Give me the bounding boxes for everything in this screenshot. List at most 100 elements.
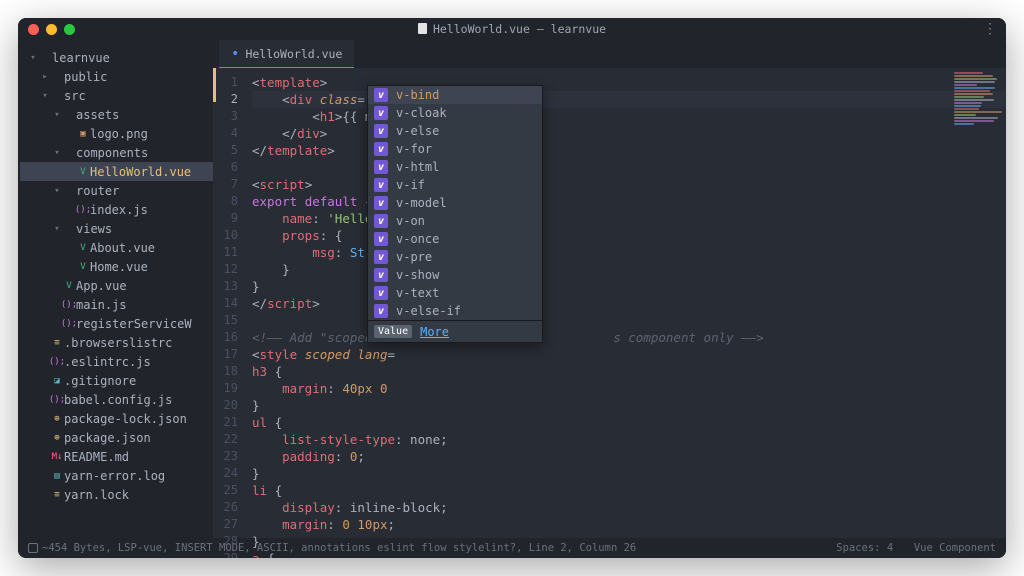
autocomplete-item[interactable]: vv-else-if [368, 302, 542, 320]
tree-node-label: index.js [90, 203, 148, 217]
window-title: HelloWorld.vue — learnvue [18, 22, 1006, 36]
tree-node[interactable]: ();registerServiceW [20, 314, 213, 333]
tree-node[interactable]: ≡.browserslistrc [20, 333, 213, 352]
directive-badge-icon: v [374, 304, 388, 318]
tree-node[interactable]: ▾components [20, 143, 213, 162]
autocomplete-item-label: v-if [396, 178, 425, 192]
autocomplete-item-label: v-text [396, 286, 439, 300]
tree-node[interactable]: ◪.gitignore [20, 371, 213, 390]
file-type-icon: V [76, 262, 90, 272]
tree-node-label: README.md [64, 450, 129, 464]
autocomplete-item[interactable]: v v-for [368, 140, 542, 158]
text-editor[interactable]: 1234567891011121314151617181920212223242… [213, 68, 1006, 538]
tree-node[interactable]: ▾ src [20, 86, 213, 105]
autocomplete-item[interactable]: v v-if [368, 176, 542, 194]
file-type-icon: ▣ [76, 129, 90, 139]
tree-node-label: App.vue [76, 279, 127, 293]
directive-badge-icon: v [374, 142, 388, 156]
tab-bar: • HelloWorld.vue [213, 40, 1006, 68]
directive-badge-icon: v [374, 196, 388, 210]
minimap[interactable] [950, 68, 1006, 128]
tree-node[interactable]: ⊕package.json [20, 428, 213, 447]
autocomplete-item[interactable]: vv-on [368, 212, 542, 230]
file-type-icon: ◪ [50, 376, 64, 386]
tree-node-label: yarn.lock [64, 488, 129, 502]
tree-node[interactable]: M↓README.md [20, 447, 213, 466]
tree-node[interactable]: ▣logo.png [20, 124, 213, 143]
autocomplete-item-label: v-show [396, 268, 439, 282]
autocomplete-popup[interactable]: vv-bindvv-cloakvv-elsevv-forvv-htmlvv-if… [367, 85, 543, 343]
titlebar: HelloWorld.vue — learnvue ⋮ [18, 18, 1006, 40]
autocomplete-item-label: v-model [396, 196, 447, 210]
file-type-icon: V [76, 167, 90, 177]
more-link[interactable]: More [420, 325, 449, 339]
expand-icon: ▾ [52, 110, 62, 120]
tree-node-label: HelloWorld.vue [90, 165, 191, 179]
tab-label: HelloWorld.vue [245, 47, 342, 61]
directive-badge-icon: v [374, 268, 388, 282]
autocomplete-item[interactable]: vv-html [368, 158, 542, 176]
status-icon [28, 543, 38, 553]
autocomplete-item-label: v-bind [396, 88, 439, 102]
tree-node[interactable]: VHome.vue [20, 257, 213, 276]
file-tree[interactable]: ▾learnvue▸public▾src▾assets▣logo.png▾com… [18, 40, 213, 538]
file-type-icon: ⊕ [50, 433, 64, 443]
tree-node[interactable]: ▾learnvue [20, 48, 213, 67]
tree-node[interactable]: ▾views [20, 219, 213, 238]
expand-icon: ▸ [40, 72, 50, 82]
tree-node[interactable]: VAbout.vue [20, 238, 213, 257]
autocomplete-item[interactable]: v v-pre [368, 248, 542, 266]
directive-badge-icon: v [374, 214, 388, 228]
tree-node[interactable]: ⊕package-lock.json [20, 409, 213, 428]
more-menu-button[interactable]: ⋮ [983, 21, 996, 37]
directive-badge-icon: v [374, 178, 388, 192]
directive-badge-icon: v [374, 232, 388, 246]
file-type-icon: ▤ [50, 471, 64, 481]
tree-node[interactable]: ≡yarn.lock [20, 485, 213, 504]
modified-indicator-icon: • [231, 46, 239, 62]
autocomplete-item[interactable]: v v-bind [368, 86, 542, 104]
tree-node[interactable]: ▾router [20, 181, 213, 200]
tree-node-label: About.vue [90, 241, 155, 255]
autocomplete-footer: Value More [368, 320, 542, 342]
code-area[interactable]: <template> <div class="hello" v-> <h1>{{… [244, 68, 1006, 538]
tree-node-label: learnvue [52, 51, 110, 65]
file-type-icon: V [76, 243, 90, 253]
tree-node[interactable]: ();babel.config.js [20, 390, 213, 409]
autocomplete-item[interactable]: vv-else [368, 122, 542, 140]
tree-node[interactable]: ▤yarn-error.log [20, 466, 213, 485]
tree-node-label: logo.png [90, 127, 148, 141]
autocomplete-item[interactable]: vv-once [368, 230, 542, 248]
file-type-icon: M↓ [50, 452, 64, 462]
directive-badge-icon: v [374, 124, 388, 138]
tree-node[interactable]: ();main.js [20, 295, 213, 314]
file-type-icon: (); [62, 300, 76, 310]
autocomplete-item-label: v-pre [396, 250, 432, 264]
directive-badge-icon: v [374, 250, 388, 264]
autocomplete-item[interactable]: v v-show [368, 266, 542, 284]
tree-node-label: yarn-error.log [64, 469, 165, 483]
directive-badge-icon: v [374, 88, 388, 102]
autocomplete-item-label: v-for [396, 142, 432, 156]
autocomplete-item[interactable]: vv-cloak [368, 104, 542, 122]
tree-node-label: .gitignore [64, 374, 136, 388]
line-number-gutter[interactable]: 1234567891011121314151617181920212223242… [216, 68, 244, 538]
tree-node[interactable]: ▾assets [20, 105, 213, 124]
file-type-icon: (); [62, 319, 76, 329]
tree-node[interactable]: ▸ public [20, 67, 213, 86]
value-badge: Value [374, 325, 412, 338]
autocomplete-item[interactable]: v v-model [368, 194, 542, 212]
tree-node-label: src [64, 89, 86, 103]
file-icon [418, 23, 427, 34]
autocomplete-item[interactable]: vv-text [368, 284, 542, 302]
tree-node[interactable]: ();index.js [20, 200, 213, 219]
tree-node[interactable]: VHelloWorld.vue [20, 162, 213, 181]
tab-helloworld[interactable]: • HelloWorld.vue [219, 40, 354, 68]
file-type-icon: (); [76, 205, 90, 215]
tree-node[interactable]: VApp.vue [20, 276, 213, 295]
tree-node[interactable]: ();.eslintrc.js [20, 352, 213, 371]
file-type-icon: V [62, 281, 76, 291]
expand-icon: ▾ [40, 91, 50, 101]
tree-node-label: .eslintrc.js [64, 355, 151, 369]
tree-node-label: public [64, 70, 107, 84]
